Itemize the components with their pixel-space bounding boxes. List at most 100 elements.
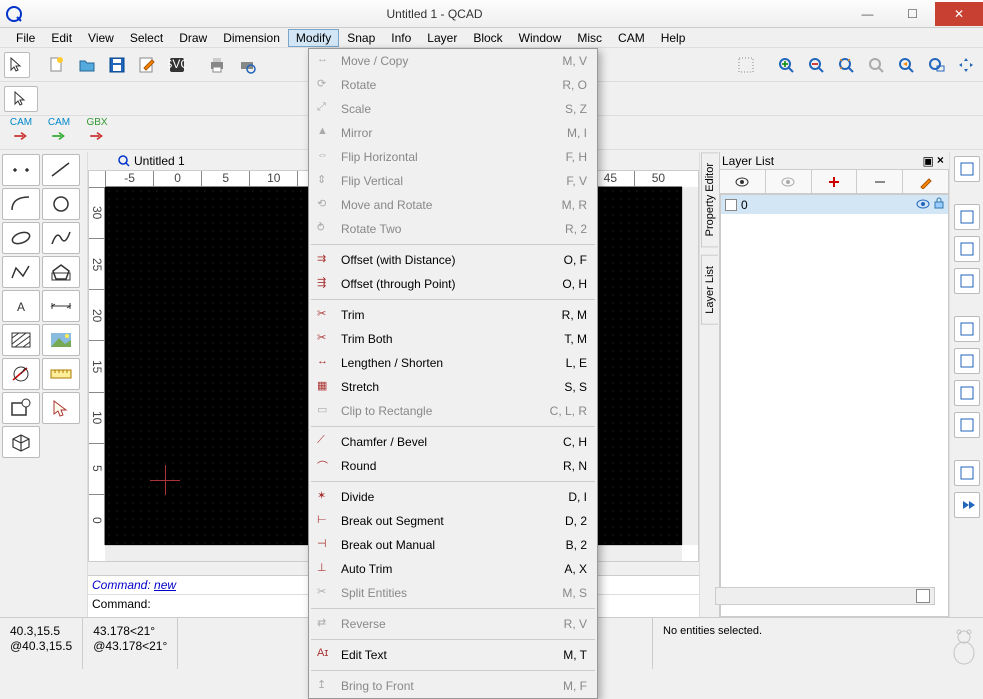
- svg-export-button[interactable]: SVG: [164, 52, 190, 78]
- menu-item-stretch[interactable]: ▦StretchS, S: [309, 375, 597, 399]
- cam-button-1[interactable]: CAM: [42, 120, 76, 146]
- menu-item-lengthen-shorten[interactable]: ↔Lengthen / ShortenL, E: [309, 351, 597, 375]
- tab-layer-list[interactable]: Layer List: [701, 255, 718, 325]
- polyline-tool[interactable]: [2, 256, 40, 288]
- menu-item-offset-with-distance-[interactable]: ⇉Offset (with Distance)O, F: [309, 248, 597, 272]
- minimize-button[interactable]: —: [845, 2, 890, 26]
- menu-block[interactable]: Block: [465, 29, 510, 47]
- menu-window[interactable]: Window: [511, 29, 570, 47]
- zoom-in-button[interactable]: [773, 52, 799, 78]
- edit-file-button[interactable]: [134, 52, 160, 78]
- menu-item-flip-horizontal: ⇔Flip HorizontalF, H: [309, 145, 597, 169]
- library-icon[interactable]: [954, 268, 980, 294]
- image-tool[interactable]: [42, 324, 80, 356]
- print-button[interactable]: [204, 52, 230, 78]
- tab-property-editor[interactable]: Property Editor: [701, 152, 718, 247]
- menu-cam[interactable]: CAM: [610, 29, 653, 47]
- maximize-button[interactable]: ☐: [890, 2, 935, 26]
- layer-show-all-button[interactable]: [720, 170, 766, 193]
- zoom-selection-button[interactable]: [863, 52, 889, 78]
- menu-item-flip-vertical: ⇕Flip VerticalF, V: [309, 169, 597, 193]
- menu-item-offset-through-point-[interactable]: ⇶Offset (through Point)O, H: [309, 272, 597, 296]
- list-icon[interactable]: [954, 316, 980, 342]
- vertical-scrollbar[interactable]: [682, 187, 698, 545]
- ellipse-tool[interactable]: [2, 222, 40, 254]
- open-file-button[interactable]: [74, 52, 100, 78]
- bottom-strip-toggle[interactable]: [916, 589, 930, 603]
- menu-item-break-out-manual[interactable]: ⊣Break out ManualB, 2: [309, 533, 597, 557]
- menu-dimension[interactable]: Dimension: [215, 29, 288, 47]
- 3d-tool[interactable]: [2, 426, 40, 458]
- text-tool[interactable]: A: [2, 290, 40, 322]
- grid-toggle-button[interactable]: [733, 52, 759, 78]
- pointer-tool-button[interactable]: [4, 52, 30, 78]
- measure-tool[interactable]: [2, 358, 40, 390]
- dock-icon[interactable]: ▣: [922, 154, 933, 168]
- cam-button-2[interactable]: GBX: [80, 120, 114, 146]
- zoom-previous-button[interactable]: [893, 52, 919, 78]
- layer-remove-button[interactable]: [857, 170, 903, 193]
- dimension-tool[interactable]: [42, 290, 80, 322]
- menu-view[interactable]: View: [80, 29, 122, 47]
- bottom-strip: [715, 587, 935, 605]
- layer-hide-all-button[interactable]: [766, 170, 812, 193]
- layer-row[interactable]: 0: [721, 195, 948, 214]
- menu-modify[interactable]: Modify: [288, 29, 339, 47]
- menu-item-shortcut: F, H: [566, 150, 587, 164]
- menu-misc[interactable]: Misc: [569, 29, 610, 47]
- menu-item-trim[interactable]: ✂TrimR, M: [309, 303, 597, 327]
- layer-visible-icon[interactable]: [916, 198, 930, 212]
- menu-draw[interactable]: Draw: [171, 29, 215, 47]
- menu-item-auto-trim[interactable]: ⊥Auto TrimA, X: [309, 557, 597, 581]
- properties-icon[interactable]: [954, 236, 980, 262]
- zoom-auto-button[interactable]: [833, 52, 859, 78]
- zoom-out-button[interactable]: [803, 52, 829, 78]
- arc-tool[interactable]: [2, 188, 40, 220]
- menu-info[interactable]: Info: [383, 29, 419, 47]
- cam-button-0[interactable]: CAM: [4, 120, 38, 146]
- menu-item-trim-both[interactable]: ✂Trim BothT, M: [309, 327, 597, 351]
- panel-close-icon[interactable]: ×: [934, 154, 947, 168]
- more-icon[interactable]: [954, 492, 980, 518]
- layer-add-button[interactable]: [812, 170, 858, 193]
- menu-item-shortcut: R, V: [564, 617, 587, 631]
- print-preview-button[interactable]: [234, 52, 260, 78]
- new-file-button[interactable]: [44, 52, 70, 78]
- window-icon[interactable]: [954, 460, 980, 486]
- menu-item-shortcut: M, V: [562, 54, 587, 68]
- pointer-tool-button-2[interactable]: [4, 86, 38, 112]
- close-button[interactable]: ✕: [935, 2, 983, 26]
- menu-item-label: Lengthen / Shorten: [341, 356, 558, 370]
- ruler-tool[interactable]: [42, 358, 80, 390]
- menu-item-edit-text[interactable]: AɪEdit TextM, T: [309, 643, 597, 667]
- select-tool[interactable]: [42, 392, 80, 424]
- circle-tool[interactable]: [42, 188, 80, 220]
- menu-edit[interactable]: Edit: [43, 29, 80, 47]
- menu-file[interactable]: File: [8, 29, 43, 47]
- menu-snap[interactable]: Snap: [339, 29, 383, 47]
- hatch-tool[interactable]: [2, 324, 40, 356]
- clipboard-icon[interactable]: [954, 348, 980, 374]
- menu-item-round[interactable]: ⌒RoundR, N: [309, 454, 597, 478]
- save-file-button[interactable]: [104, 52, 130, 78]
- block-tool[interactable]: [2, 392, 40, 424]
- menu-item-chamfer-bevel[interactable]: ⟋Chamfer / BevelC, H: [309, 430, 597, 454]
- blocks-icon[interactable]: [954, 204, 980, 230]
- spline-tool[interactable]: [42, 222, 80, 254]
- pen-icon[interactable]: [954, 380, 980, 406]
- menu-select[interactable]: Select: [122, 29, 171, 47]
- polygon-tool[interactable]: [42, 256, 80, 288]
- layer-lock-icon[interactable]: [934, 197, 944, 212]
- layer-edit-button[interactable]: [903, 170, 949, 193]
- script-icon[interactable]: [954, 412, 980, 438]
- layers-icon[interactable]: [954, 156, 980, 182]
- pan-button[interactable]: [953, 52, 979, 78]
- point-tool[interactable]: [2, 154, 40, 186]
- menu-layer[interactable]: Layer: [419, 29, 465, 47]
- menu-item-divide[interactable]: ✶DivideD, I: [309, 485, 597, 509]
- menu-help[interactable]: Help: [653, 29, 694, 47]
- titlebar: Untitled 1 - QCAD — ☐ ✕: [0, 0, 983, 28]
- zoom-window-button[interactable]: [923, 52, 949, 78]
- line-tool[interactable]: [42, 154, 80, 186]
- menu-item-break-out-segment[interactable]: ⊢Break out SegmentD, 2: [309, 509, 597, 533]
